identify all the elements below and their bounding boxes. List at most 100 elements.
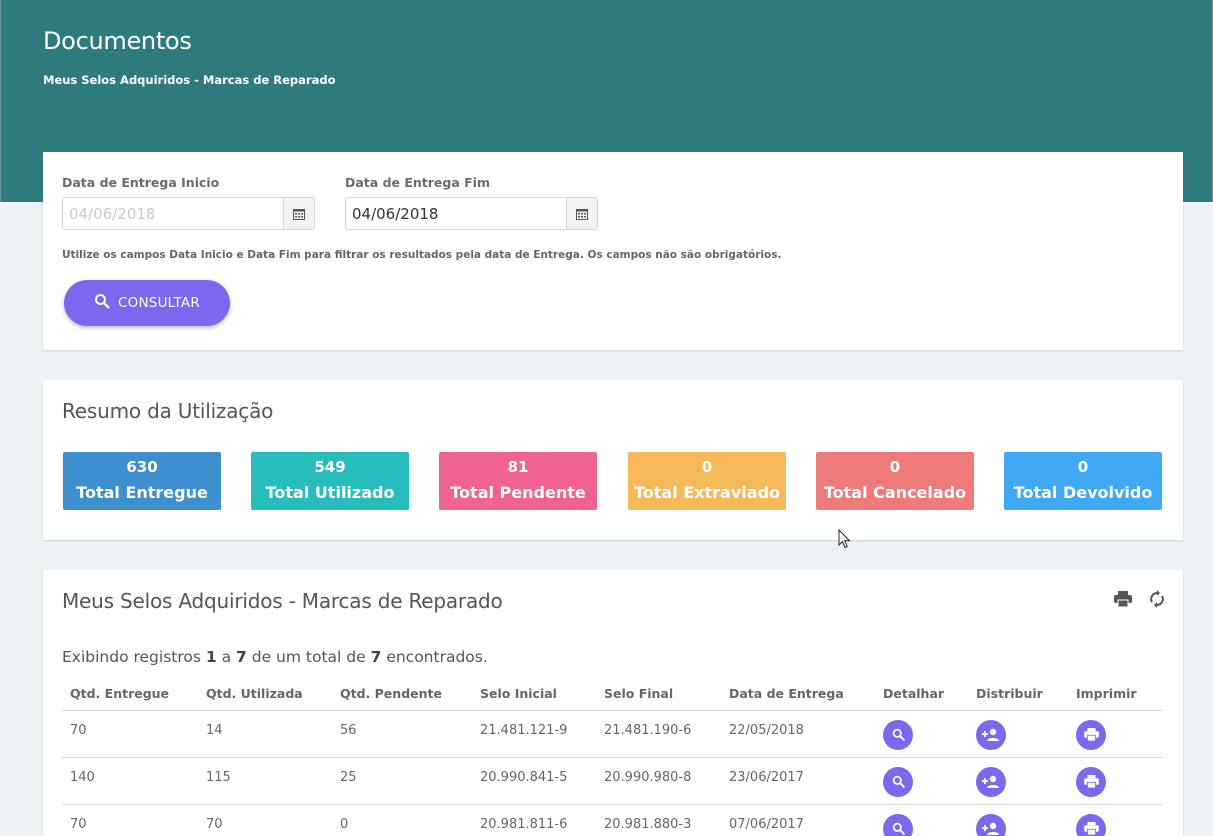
stat-value: 0	[1077, 458, 1089, 476]
stat-label: Total Utilizado	[265, 483, 395, 502]
table-row: 70 14 56 21.481.121-9 21.481.190-6 22/05…	[62, 710, 1163, 758]
distribute-button[interactable]	[976, 719, 1006, 750]
print-row-button[interactable]	[1076, 766, 1106, 797]
cell-selo-inicial: 20.990.841-5	[472, 757, 596, 805]
cell-entregue: 140	[62, 757, 198, 805]
cell-pendente: 56	[332, 710, 472, 758]
print-icon[interactable]	[1113, 590, 1133, 608]
table-header-row: Qtd. Entregue Qtd. Utilizada Qtd. Penden…	[62, 677, 1163, 711]
table-row: 140 115 25 20.990.841-5 20.990.980-8 23/…	[62, 757, 1163, 805]
cell-data-entrega: 23/06/2017	[721, 757, 875, 805]
col-selo-inicial: Selo Inicial	[472, 677, 596, 711]
cell-selo-final: 20.990.980-8	[596, 757, 721, 805]
cell-detalhar	[875, 757, 968, 805]
stat-total-cancelado: 0 Total Cancelado	[816, 452, 974, 510]
consult-button[interactable]: CONSULTAR	[64, 280, 230, 326]
stat-total-extraviado: 0 Total Extraviado	[628, 452, 786, 510]
refresh-icon[interactable]	[1147, 590, 1167, 608]
cell-utilizada: 70	[198, 804, 332, 836]
consult-button-label: CONSULTAR	[118, 295, 200, 311]
distribute-button[interactable]	[976, 766, 1006, 797]
cell-distribuir	[968, 757, 1068, 805]
add-user-icon	[982, 728, 999, 741]
filter-card: Data de Entrega Inicio Data de Entrega F…	[43, 152, 1183, 350]
stat-label: Total Extraviado	[633, 483, 781, 502]
detail-button[interactable]	[883, 766, 913, 797]
print-row-button[interactable]	[1076, 813, 1106, 836]
cell-entregue: 70	[62, 710, 198, 758]
cell-detalhar	[875, 710, 968, 758]
stat-value: 630	[126, 458, 158, 476]
col-qtd-entregue: Qtd. Entregue	[62, 677, 198, 711]
col-qtd-utilizada: Qtd. Utilizada	[198, 677, 332, 711]
stat-value: 0	[701, 458, 713, 476]
cell-selo-inicial: 20.981.811-6	[472, 804, 596, 836]
stat-total-devolvido: 0 Total Devolvido	[1004, 452, 1162, 510]
cell-selo-final: 21.481.190-6	[596, 710, 721, 758]
records-summary: Exibindo registros 1 a 7 de um total de …	[62, 648, 488, 666]
end-date-field	[345, 197, 598, 230]
page-subtitle: Meus Selos Adquiridos - Marcas de Repara…	[43, 73, 336, 87]
col-data-entrega: Data de Entrega	[721, 677, 875, 711]
stat-total-entregue: 630 Total Entregue	[63, 452, 221, 510]
calendar-icon[interactable]	[566, 198, 597, 229]
summary-card: Resumo da Utilização 630 Total Entregue …	[43, 380, 1183, 540]
search-icon	[892, 728, 905, 741]
calendar-icon[interactable]	[283, 198, 314, 229]
stat-value: 81	[507, 458, 529, 476]
stat-label: Total Entregue	[76, 483, 208, 502]
end-date-input[interactable]	[346, 198, 566, 229]
stamps-table: Qtd. Entregue Qtd. Utilizada Qtd. Penden…	[62, 677, 1163, 836]
cell-pendente: 25	[332, 757, 472, 805]
cell-selo-inicial: 21.481.121-9	[472, 710, 596, 758]
summary-title: Resumo da Utilização	[62, 399, 274, 423]
table-row: 70 70 0 20.981.811-6 20.981.880-3 07/06/…	[62, 804, 1163, 836]
search-icon	[94, 293, 110, 313]
search-icon	[892, 775, 905, 788]
col-imprimir: Imprimir	[1068, 677, 1163, 711]
cell-entregue: 70	[62, 804, 198, 836]
cell-pendente: 0	[332, 804, 472, 836]
distribute-button[interactable]	[976, 813, 1006, 836]
col-selo-final: Selo Final	[596, 677, 721, 711]
search-icon	[892, 822, 905, 835]
cell-distribuir	[968, 710, 1068, 758]
cell-detalhar	[875, 804, 968, 836]
add-user-icon	[982, 822, 999, 835]
stat-label: Total Pendente	[450, 483, 586, 502]
cell-imprimir	[1068, 710, 1163, 758]
cell-utilizada: 115	[198, 757, 332, 805]
print-icon	[1083, 728, 1099, 741]
col-detalhar: Detalhar	[875, 677, 968, 711]
cell-data-entrega: 22/05/2018	[721, 710, 875, 758]
detail-button[interactable]	[883, 813, 913, 836]
table-card: Meus Selos Adquiridos - Marcas de Repara…	[43, 570, 1183, 836]
detail-button[interactable]	[883, 719, 913, 750]
cell-imprimir	[1068, 757, 1163, 805]
stat-total-utilizado: 549 Total Utilizado	[251, 452, 409, 510]
page-title: Documentos	[43, 27, 192, 55]
stat-value: 549	[314, 458, 346, 476]
print-icon	[1083, 822, 1099, 835]
stat-label: Total Cancelado	[823, 483, 967, 502]
cell-data-entrega: 07/06/2017	[721, 804, 875, 836]
cell-imprimir	[1068, 804, 1163, 836]
print-row-button[interactable]	[1076, 719, 1106, 750]
start-date-label: Data de Entrega Inicio	[62, 175, 220, 190]
stat-label: Total Devolvido	[1013, 483, 1153, 502]
cell-selo-final: 20.981.880-3	[596, 804, 721, 836]
end-date-label: Data de Entrega Fim	[345, 175, 490, 190]
print-icon	[1083, 775, 1099, 788]
col-qtd-pendente: Qtd. Pendente	[332, 677, 472, 711]
mouse-cursor-icon	[838, 529, 851, 549]
stat-value: 0	[889, 458, 901, 476]
start-date-input[interactable]	[63, 198, 283, 229]
add-user-icon	[982, 775, 999, 788]
cell-utilizada: 14	[198, 710, 332, 758]
start-date-field	[62, 197, 315, 230]
table-title: Meus Selos Adquiridos - Marcas de Repara…	[62, 589, 503, 613]
stat-total-pendente: 81 Total Pendente	[439, 452, 597, 510]
col-distribuir: Distribuir	[968, 677, 1068, 711]
cell-distribuir	[968, 804, 1068, 836]
filter-hint: Utilize os campos Data Inicio e Data Fim…	[62, 249, 782, 261]
